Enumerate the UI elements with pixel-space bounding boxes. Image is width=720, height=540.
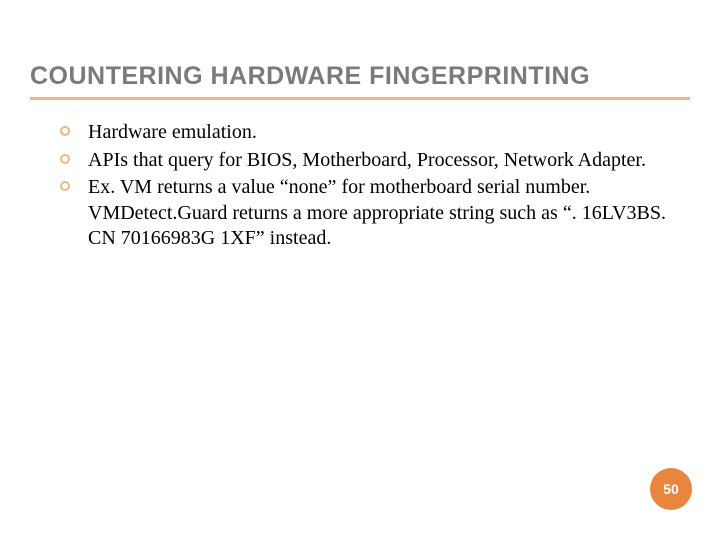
list-item-text: Hardware emulation. — [88, 121, 257, 143]
slide-body: Hardware emulation. APIs that query for … — [60, 120, 675, 254]
title-wrap: COUNTERING HARDWARE FINGERPRINTING — [30, 62, 690, 100]
list-item: Hardware emulation. — [60, 120, 675, 146]
page-number: 50 — [663, 481, 679, 497]
slide: COUNTERING HARDWARE FINGERPRINTING Hardw… — [0, 0, 720, 540]
list-item-text: Ex. VM returns a value “none” for mother… — [88, 176, 666, 249]
list-item: APIs that query for BIOS, Motherboard, P… — [60, 148, 675, 174]
list-item-text: APIs that query for BIOS, Motherboard, P… — [88, 149, 646, 171]
list-item: Ex. VM returns a value “none” for mother… — [60, 175, 675, 252]
bullet-list: Hardware emulation. APIs that query for … — [60, 120, 675, 252]
slide-title: COUNTERING HARDWARE FINGERPRINTING — [30, 62, 690, 91]
page-number-badge: 50 — [650, 468, 692, 510]
